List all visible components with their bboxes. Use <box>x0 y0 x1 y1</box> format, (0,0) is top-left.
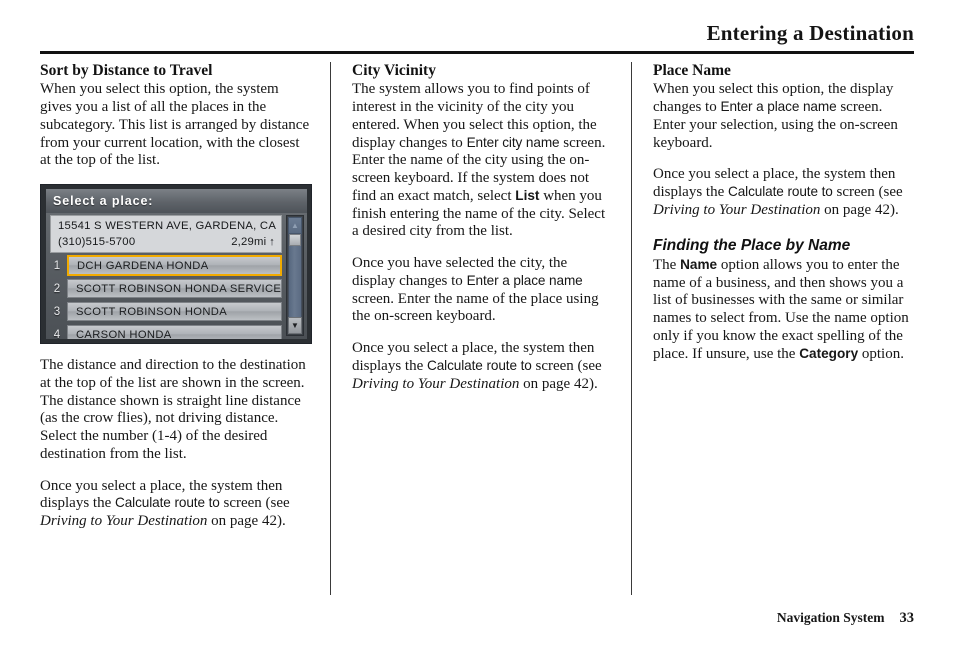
scroll-up-icon[interactable]: ▲ <box>288 217 302 235</box>
cross-reference-title: Driving to Your Destination <box>653 201 821 218</box>
direction-arrow-icon: ↑ <box>269 236 275 249</box>
nav-screen-figure: Select a place: 15541 S WESTERN AVE, GAR… <box>40 184 312 345</box>
page-title: Entering a Destination <box>706 21 914 45</box>
list-item[interactable]: 1 DCH GARDENA HONDA <box>50 255 282 277</box>
paragraph-enter-place-name: Once you have selected the city, the dis… <box>352 255 613 326</box>
section-heading-city-vicinity: City Vicinity <box>352 62 436 79</box>
nav-address-second-line: (310)515-5700 2,29mi ↑ <box>58 234 275 250</box>
paragraph-place-name-intro: When you select this option, the display… <box>653 81 914 152</box>
column-two: City Vicinity The system allows you to f… <box>330 62 631 595</box>
list-item-label: SCOTT ROBINSON HONDA SERVICE CE <box>76 282 282 295</box>
text-fragment: screen (see <box>219 495 290 512</box>
ui-term-calculate-route: Calculate route to <box>728 184 833 200</box>
text-fragment: option. <box>858 345 904 362</box>
nav-scrollbar[interactable]: ▲ ▼ <box>286 215 304 337</box>
list-item-button[interactable]: CARSON HONDA <box>67 325 282 340</box>
nav-list-area: 15541 S WESTERN AVE, GARDENA, CA (310)51… <box>50 215 282 340</box>
ui-term-name: Name <box>680 256 718 272</box>
list-item[interactable]: 2 SCOTT ROBINSON HONDA SERVICE CE <box>50 278 282 299</box>
list-item-button[interactable]: SCOTT ROBINSON HONDA <box>67 302 282 322</box>
list-item-number: 4 <box>53 328 61 340</box>
scroll-down-icon[interactable]: ▼ <box>288 317 302 335</box>
nav-address-line: 15541 S WESTERN AVE, GARDENA, CA <box>58 220 277 233</box>
text-fragment: The <box>653 256 681 273</box>
paragraph-sort-intro: When you select this option, the system … <box>40 81 310 169</box>
paragraph-city-vicinity-intro: The system allows you to find points of … <box>352 81 613 241</box>
paragraph-name-option: The Name option allows you to enter the … <box>653 257 914 364</box>
nav-screen-titlebar: Select a place: <box>46 189 307 214</box>
list-item-number: 3 <box>53 305 61 318</box>
text-fragment: screen. Enter the name of the place usin… <box>352 290 599 325</box>
list-item-button[interactable]: DCH GARDENA HONDA <box>67 255 282 277</box>
text-fragment: on page 42). <box>519 375 598 392</box>
page-header: Entering a Destination <box>40 22 914 44</box>
nav-distance-value: 2,29mi <box>231 236 267 249</box>
list-item-number: 1 <box>53 259 61 272</box>
ui-term-calculate-route: Calculate route to <box>115 495 220 511</box>
text-fragment: on page 42). <box>207 513 286 530</box>
nav-screen-title: Select a place: <box>53 194 154 209</box>
nav-screen-inner: Select a place: 15541 S WESTERN AVE, GAR… <box>46 189 307 340</box>
nav-screen-body: 15541 S WESTERN AVE, GARDENA, CA (310)51… <box>46 213 307 340</box>
text-fragment: screen (see <box>531 358 602 374</box>
column-three: Place Name When you select this option, … <box>631 62 914 595</box>
section-heading-place-name: Place Name <box>653 62 731 79</box>
list-item-number: 2 <box>53 282 61 295</box>
list-item-button[interactable]: SCOTT ROBINSON HONDA SERVICE CE <box>67 279 282 299</box>
list-item[interactable]: 4 CARSON HONDA <box>50 324 282 340</box>
nav-address-panel: 15541 S WESTERN AVE, GARDENA, CA (310)51… <box>50 215 282 254</box>
nav-place-list: 1 DCH GARDENA HONDA 2 SCOTT ROBINSON HON… <box>50 255 282 340</box>
list-item-label: DCH GARDENA HONDA <box>77 259 209 272</box>
ui-term-enter-city-name: Enter city name <box>466 134 560 150</box>
nav-distance-group: 2,29mi ↑ <box>231 234 275 250</box>
content-columns: Sort by Distance to Travel When you sele… <box>40 62 914 595</box>
column-one: Sort by Distance to Travel When you sele… <box>40 62 330 595</box>
text-fragment: on page 42). <box>820 201 899 218</box>
section-heading-finding-place-by-name: Finding the Place by Name <box>653 236 851 254</box>
ui-term-category: Category <box>799 345 859 361</box>
list-item-label: SCOTT ROBINSON HONDA <box>76 305 228 318</box>
ui-term-list: List <box>515 187 540 203</box>
ui-term-enter-a-place-name: Enter a place name <box>466 272 583 288</box>
paragraph-calculate-route-1: Once you select a place, the system then… <box>40 478 312 531</box>
header-divider-rule <box>40 51 914 54</box>
cross-reference-title: Driving to Your Destination <box>352 375 520 392</box>
scrollbar-thumb[interactable] <box>289 234 301 247</box>
ui-term-enter-a-place-name: Enter a place name <box>720 99 837 115</box>
paragraph-calculate-route-3: Once you select a place, the system then… <box>653 166 914 219</box>
page-footer: Navigation System 33 <box>40 610 914 627</box>
manual-page: Entering a Destination Sort by Distance … <box>0 0 954 652</box>
footer-page-number: 33 <box>899 610 915 626</box>
list-item-label: CARSON HONDA <box>76 328 172 340</box>
footer-book-title: Navigation System <box>776 610 885 625</box>
list-item[interactable]: 3 SCOTT ROBINSON HONDA <box>50 301 282 322</box>
nav-phone-number: (310)515-5700 <box>58 236 136 249</box>
paragraph-distance-explanation: The distance and direction to the destin… <box>40 357 306 462</box>
text-fragment: screen (see <box>832 184 903 201</box>
cross-reference-title: Driving to Your Destination <box>40 513 208 530</box>
ui-term-calculate-route: Calculate route to <box>427 358 532 373</box>
scrollbar-track[interactable] <box>288 234 302 318</box>
section-heading-sort-by-distance: Sort by Distance to Travel <box>40 62 213 79</box>
paragraph-calculate-route-2: Once you select a place, the system then… <box>352 340 613 393</box>
